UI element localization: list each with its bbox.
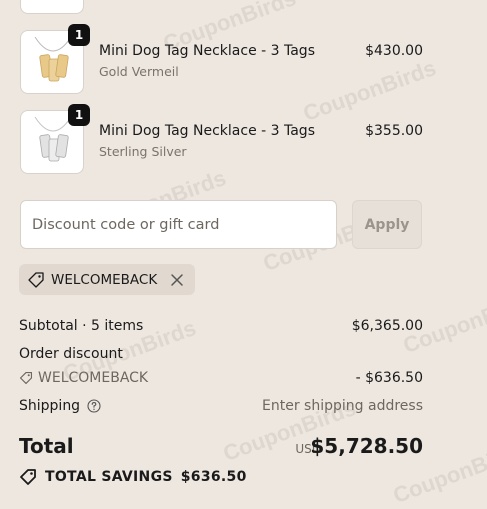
watermark: CouponBirds bbox=[299, 54, 440, 127]
discount-code-name: WELCOMEBACK bbox=[38, 370, 149, 386]
total-label: Total bbox=[19, 434, 74, 458]
apply-button[interactable]: Apply bbox=[352, 200, 422, 249]
total-savings: TOTAL SAVINGS $636.50 bbox=[19, 468, 247, 486]
product-thumbnail: 1 bbox=[20, 24, 90, 94]
savings-label: TOTAL SAVINGS bbox=[45, 469, 173, 485]
quantity-badge: 1 bbox=[68, 24, 90, 46]
total-value: $5,728.50 bbox=[310, 434, 423, 458]
product-name: Mini Dog Tag Necklace - 3 Tags bbox=[99, 123, 315, 139]
product-thumbnail-previous bbox=[20, 0, 84, 14]
shipping-value: Enter shipping address bbox=[262, 398, 423, 414]
tag-icon bbox=[20, 469, 36, 485]
product-variant: Gold Vermeil bbox=[99, 64, 179, 79]
product-thumbnail: 1 bbox=[20, 104, 90, 174]
savings-value: $636.50 bbox=[180, 469, 247, 485]
order-discount-label: Order discount bbox=[19, 346, 123, 362]
shipping-label: Shipping bbox=[19, 398, 81, 414]
applied-code-label: WELCOMEBACK bbox=[51, 271, 158, 288]
help-icon[interactable] bbox=[87, 399, 101, 413]
product-name: Mini Dog Tag Necklace - 3 Tags bbox=[99, 43, 315, 59]
close-icon[interactable] bbox=[167, 270, 187, 290]
product-variant: Sterling Silver bbox=[99, 144, 187, 159]
discount-code-row: WELCOMEBACK bbox=[19, 370, 148, 386]
applied-discount-chip: WELCOMEBACK bbox=[19, 264, 196, 295]
discount-code-input[interactable] bbox=[20, 200, 337, 249]
discount-value: - $636.50 bbox=[355, 370, 423, 386]
quantity-badge: 1 bbox=[68, 104, 90, 126]
subtotal-label: Subtotal · 5 items bbox=[19, 318, 144, 334]
tag-icon bbox=[19, 371, 33, 385]
product-price: $430.00 bbox=[365, 43, 423, 59]
shipping-row: Shipping bbox=[19, 398, 101, 414]
subtotal-value: $6,365.00 bbox=[351, 318, 423, 334]
tag-icon bbox=[28, 271, 44, 288]
product-price: $355.00 bbox=[365, 123, 423, 139]
